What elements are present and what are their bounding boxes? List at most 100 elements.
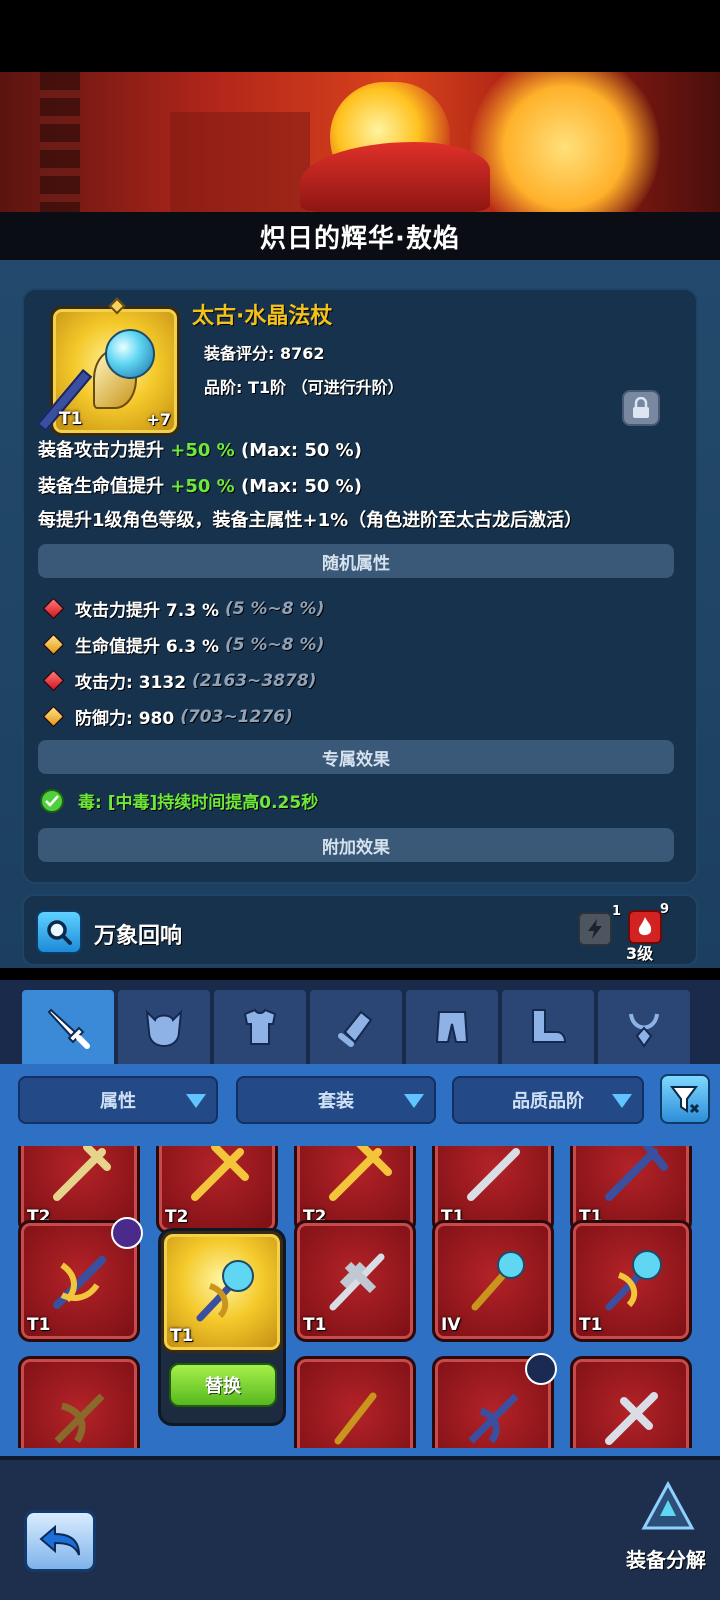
gray-lightning-badge[interactable] (578, 912, 612, 946)
exclusive-effect-header: 专属效果 (38, 740, 674, 774)
weapon-icon (54, 1393, 105, 1444)
echo-bar: 万象回响 1 9 3级 (22, 894, 698, 966)
red-diamond-icon (42, 669, 65, 692)
quality-filter-dropdown[interactable]: 品质品阶 (452, 1076, 644, 1124)
gray-badge-count: 1 (612, 904, 622, 919)
search-button[interactable] (36, 910, 82, 954)
chevron-down-icon (404, 1094, 424, 1108)
random-attribute: 防御力: 980 (703~1276) (42, 704, 293, 729)
replace-button[interactable]: 替换 (169, 1363, 277, 1407)
lock-button[interactable] (622, 390, 660, 426)
gold-diamond-icon (42, 705, 65, 728)
bonus-hp: 装备生命值提升 +50 % (Max: 50 %) (38, 476, 362, 497)
red-fire-badge[interactable] (628, 910, 662, 944)
echo-level: 3级 (626, 944, 654, 963)
weapon-icon (53, 1256, 106, 1309)
item-info-card: T1 +7 太古·水晶法杖 装备评分: 8762 品阶: T1阶 （可进行升阶）… (22, 288, 698, 884)
item-score: 装备评分: 8762 (204, 344, 325, 363)
tab-helmet[interactable] (118, 990, 210, 1064)
equipment-slot[interactable]: IV (432, 1220, 554, 1342)
equipment-slot[interactable] (432, 1353, 557, 1448)
bonus-attack: 装备攻击力提升 +50 % (Max: 50 %) (38, 440, 362, 461)
set-filter-dropdown[interactable]: 套装 (236, 1076, 436, 1124)
back-arrow-icon (39, 1524, 80, 1556)
set-badge-icon (525, 1353, 557, 1385)
set-badge-icon (111, 1217, 143, 1249)
weapon-icon (605, 1250, 662, 1311)
additional-effect-header: 附加效果 (38, 828, 674, 862)
random-attribute: 攻击力: 3132 (2163~3878) (42, 668, 316, 693)
filter-icon (670, 1086, 700, 1114)
diamond-icon (108, 297, 126, 315)
equipment-slot[interactable]: T1 (18, 1217, 143, 1342)
helmet-icon (145, 1009, 183, 1048)
weapon-icon (329, 1146, 392, 1201)
sun-glow (470, 72, 660, 212)
equipment-slot[interactable]: T2 (156, 1146, 278, 1234)
attribute-filter-dropdown[interactable]: 属性 (18, 1076, 218, 1124)
chain-decoration (40, 72, 80, 212)
hero-title-strip: 炽日的辉华·敖焰 (0, 212, 720, 260)
fire-icon (638, 917, 652, 936)
tab-weapon[interactable] (22, 990, 114, 1064)
weapon-icon (605, 1146, 668, 1201)
boots-icon (532, 1009, 567, 1043)
tab-accessory[interactable] (598, 990, 690, 1064)
filter-button[interactable] (660, 1074, 710, 1124)
pants-icon (435, 1011, 469, 1043)
random-attributes-header: 随机属性 (38, 544, 674, 578)
random-attribute: 生命值提升 6.3 % (5 %~8 %) (42, 632, 324, 657)
random-attribute: 攻击力提升 7.3 % (5 %~8 %) (42, 596, 324, 621)
weapon-icon (329, 1253, 385, 1311)
item-icon: T1 +7 (36, 297, 180, 436)
weapon-icon (471, 1251, 525, 1311)
item-enhance-level: +7 (146, 410, 171, 429)
dragon-art (300, 142, 490, 212)
equipment-slot[interactable]: T1 (294, 1220, 416, 1342)
level-scaling-note: 每提升1级角色等级，装备主属性+1%（角色进阶至太古龙后激活） (38, 510, 583, 531)
check-icon (40, 788, 64, 813)
status-bar (0, 0, 720, 72)
equipment-slot[interactable] (18, 1356, 140, 1448)
exclusive-effect: 毒: [中毒]持续时间提高0.25秒 (40, 788, 318, 813)
item-tier: T1 (59, 409, 83, 429)
chevron-down-icon (612, 1094, 632, 1108)
weapon-icon (605, 1392, 658, 1445)
weapon-icon (53, 1146, 111, 1201)
equipment-slot[interactable] (294, 1356, 416, 1448)
dismantle-button[interactable]: 装备分解 (616, 1480, 716, 1600)
lightning-icon (588, 919, 602, 939)
crystal-staff-icon (196, 1260, 254, 1322)
necklace-icon (629, 1013, 659, 1048)
crystal-gem-icon (105, 329, 155, 379)
item-name: 太古·水晶法杖 (192, 304, 333, 329)
back-button[interactable] (24, 1510, 96, 1572)
weapon-icon (468, 1393, 519, 1444)
castle-silhouette (170, 112, 310, 212)
weapon-icon (334, 1392, 377, 1445)
item-grade: 品阶: T1阶 （可进行升阶） (204, 378, 404, 397)
equipment-slot[interactable]: T1 (570, 1220, 692, 1342)
weapon-icon (191, 1146, 249, 1201)
equipment-tab-bar (0, 980, 720, 1064)
red-badge-count: 9 (660, 902, 670, 917)
tab-pants[interactable] (406, 990, 498, 1064)
bracer-icon (338, 1010, 373, 1047)
hero-banner (0, 72, 720, 212)
armor-icon (243, 1008, 277, 1045)
hero-title: 炽日的辉华·敖焰 (260, 223, 460, 254)
lock-icon (633, 397, 649, 418)
bottom-bar: 装备分解 (0, 1456, 720, 1600)
gold-diamond-icon (42, 633, 65, 656)
recycle-icon (641, 1480, 695, 1530)
tab-armor[interactable] (214, 990, 306, 1064)
selected-slot-frame: T1 替换 (158, 1228, 286, 1426)
equipment-slot[interactable] (570, 1356, 692, 1448)
tab-boots[interactable] (502, 990, 594, 1064)
sword-icon (47, 1008, 90, 1049)
chevron-down-icon (186, 1094, 206, 1108)
equipment-slot-selected[interactable]: T1 (161, 1231, 283, 1353)
tab-bracer[interactable] (310, 990, 402, 1064)
weapon-icon (467, 1148, 520, 1201)
echo-label: 万象回响 (94, 924, 183, 949)
